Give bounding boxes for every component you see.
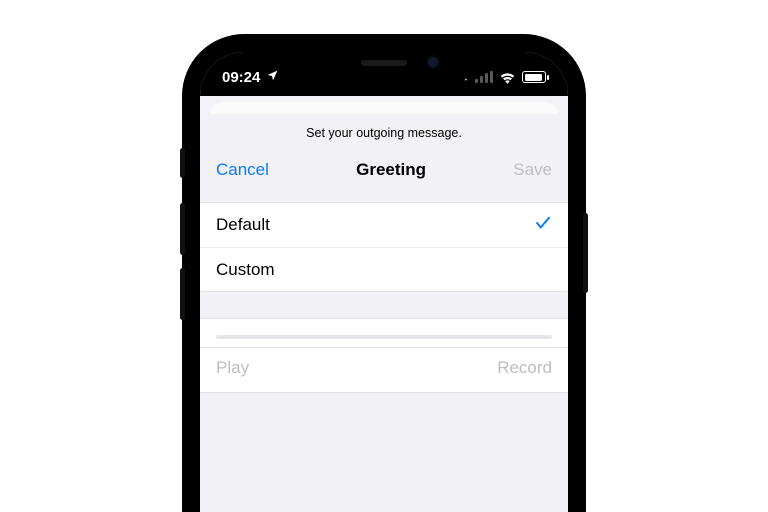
playback-controls: Play Record (200, 348, 568, 393)
volume-up-button (180, 203, 185, 255)
playback-progress[interactable] (216, 335, 552, 339)
cellular-icon (475, 71, 493, 83)
volume-down-button (180, 268, 185, 320)
option-default[interactable]: Default (200, 203, 568, 247)
status-time: 09:24 (222, 69, 260, 86)
cancel-button[interactable]: Cancel (216, 160, 269, 180)
option-default-label: Default (216, 215, 270, 235)
playback-progress-container (200, 318, 568, 348)
phone-screen: 09:24 ⠿ Set your outgoing message. (200, 52, 568, 512)
mute-switch (180, 148, 185, 178)
save-button[interactable]: Save (513, 160, 552, 180)
record-button[interactable]: Record (497, 358, 552, 378)
greeting-options-list: Default Custom (200, 202, 568, 292)
option-custom-label: Custom (216, 260, 275, 280)
play-button[interactable]: Play (216, 358, 249, 378)
notch (294, 52, 474, 82)
sheet-navbar: Cancel Greeting Save (200, 154, 568, 202)
power-button (583, 213, 588, 293)
location-icon (266, 69, 279, 86)
sheet-caption: Set your outgoing message. (200, 114, 568, 154)
greeting-sheet: Set your outgoing message. Cancel Greeti… (200, 114, 568, 512)
battery-icon (522, 71, 546, 83)
sheet-title: Greeting (356, 160, 426, 180)
wifi-icon (499, 71, 516, 84)
phone-frame: 09:24 ⠿ Set your outgoing message. (186, 38, 582, 512)
option-custom[interactable]: Custom (200, 247, 568, 291)
checkmark-icon (534, 214, 552, 237)
